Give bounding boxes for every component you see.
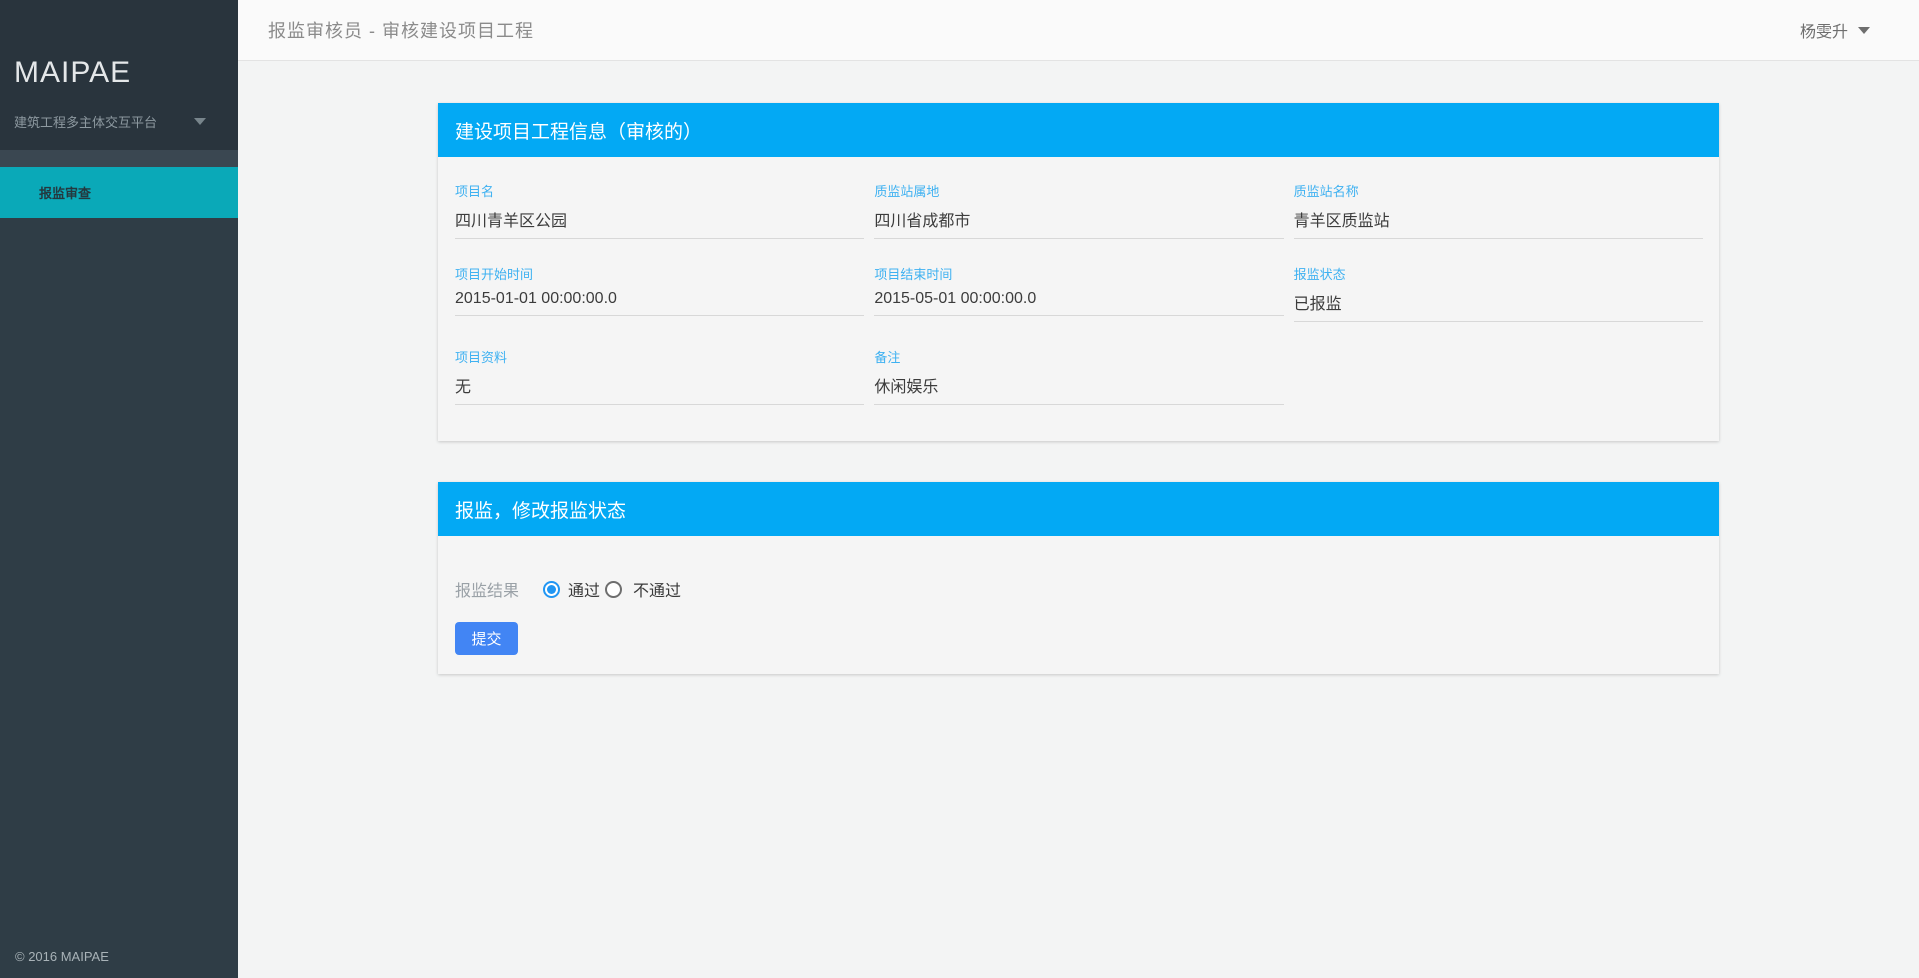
field-label: 项目名 [455, 181, 864, 200]
user-menu[interactable]: 杨雯升 [1800, 18, 1870, 42]
field-label: 质监站属地 [874, 181, 1283, 200]
field-label: 项目资料 [455, 347, 864, 366]
sidebar-menu: 报监审查 [0, 167, 238, 218]
chevron-down-icon [194, 118, 206, 125]
field-label: 项目结束时间 [874, 264, 1283, 283]
sidebar-item-label: 报监审查 [39, 183, 91, 202]
field-value: 四川省成都市 [874, 207, 1283, 239]
user-name: 杨雯升 [1800, 18, 1848, 42]
top-header: 报监审核员 - 审核建设项目工程 杨雯升 [238, 0, 1919, 61]
field-label: 备注 [874, 347, 1283, 366]
field-value: 四川青羊区公园 [455, 207, 864, 239]
radio-fail-label[interactable]: 不通过 [633, 577, 681, 601]
field-label: 质监站名称 [1294, 181, 1703, 200]
platform-subtitle: 建筑工程多主体交互平台 [14, 112, 157, 131]
result-radio-group: 通过 不通过 [543, 577, 686, 601]
content-area: 建设项目工程信息（审核的） 项目名 四川青羊区公园 质监站属地 四川省成都市 质… [238, 61, 1919, 978]
field-station-name: 质监站名称 青羊区质监站 [1294, 181, 1703, 239]
chevron-down-icon [1858, 27, 1870, 34]
copyright-text: © 2016 MAIPAE [15, 949, 109, 964]
field-value: 休闲娱乐 [874, 373, 1283, 405]
supervision-result-row: 报监结果 通过 不通过 [455, 577, 1703, 601]
platform-switcher[interactable]: 建筑工程多主体交互平台 [14, 112, 224, 131]
field-supervision-status: 报监状态 已报监 [1294, 264, 1703, 322]
field-label: 报监状态 [1294, 264, 1703, 283]
project-info-panel-title: 建设项目工程信息（审核的） [438, 103, 1719, 157]
project-info-panel: 建设项目工程信息（审核的） 项目名 四川青羊区公园 质监站属地 四川省成都市 质… [438, 103, 1719, 441]
field-project-name: 项目名 四川青羊区公园 [455, 181, 864, 239]
field-station-region: 质监站属地 四川省成都市 [874, 181, 1283, 239]
field-value: 无 [455, 373, 864, 405]
action-panel-body: 报监结果 通过 不通过 提交 [438, 536, 1719, 674]
field-label: 项目开始时间 [455, 264, 864, 283]
result-label: 报监结果 [455, 577, 519, 601]
action-panel-title: 报监，修改报监状态 [438, 482, 1719, 536]
field-remark: 备注 休闲娱乐 [874, 347, 1283, 405]
field-start-time: 项目开始时间 2015-01-01 00:00:00.0 [455, 264, 864, 322]
radio-fail[interactable] [605, 581, 622, 598]
menu-section-divider [0, 150, 238, 167]
field-value: 2015-01-01 00:00:00.0 [455, 290, 864, 316]
field-empty-slot [1294, 347, 1703, 405]
field-value: 青羊区质监站 [1294, 207, 1703, 239]
field-project-material: 项目资料 无 [455, 347, 864, 405]
radio-pass[interactable] [543, 581, 560, 598]
sidebar-item-supervision-review[interactable]: 报监审查 [0, 167, 238, 218]
field-end-time: 项目结束时间 2015-05-01 00:00:00.0 [874, 264, 1283, 322]
project-info-fields: 项目名 四川青羊区公园 质监站属地 四川省成都市 质监站名称 青羊区质监站 项目… [438, 157, 1719, 441]
sidebar: MAIPAE 建筑工程多主体交互平台 报监审查 © 2016 MAIPAE [0, 0, 238, 978]
supervision-action-panel: 报监，修改报监状态 报监结果 通过 不通过 提交 [438, 482, 1719, 674]
app-logo: MAIPAE [14, 56, 224, 90]
field-value: 2015-05-01 00:00:00.0 [874, 290, 1283, 316]
submit-button[interactable]: 提交 [455, 622, 518, 655]
radio-pass-label[interactable]: 通过 [568, 577, 600, 601]
page-title: 报监审核员 - 审核建设项目工程 [268, 17, 534, 43]
brand-area: MAIPAE 建筑工程多主体交互平台 [0, 0, 238, 150]
field-value: 已报监 [1294, 290, 1703, 322]
main-area: 报监审核员 - 审核建设项目工程 杨雯升 建设项目工程信息（审核的） 项目名 四… [238, 0, 1919, 978]
